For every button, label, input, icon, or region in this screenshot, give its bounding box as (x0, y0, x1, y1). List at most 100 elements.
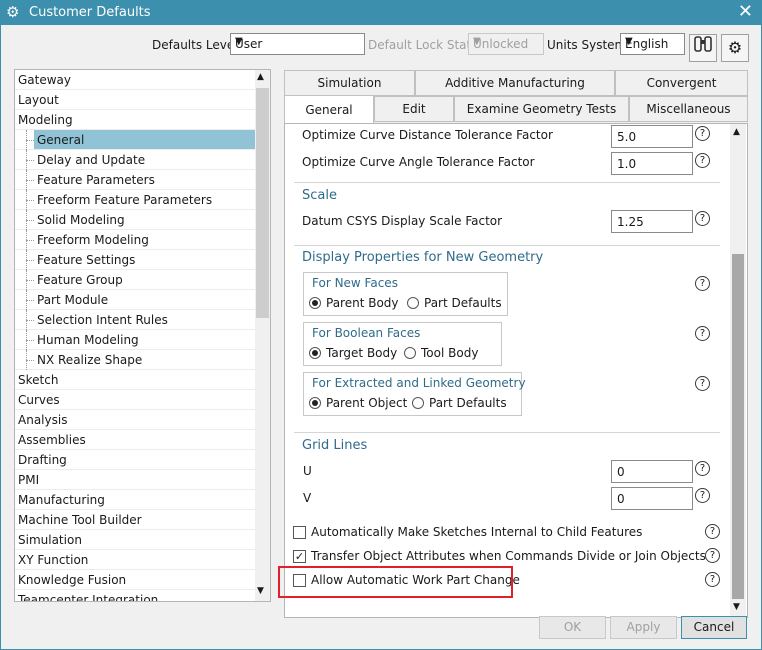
title-bar: ⚙ Customer Defaults ✕ (0, 0, 762, 25)
tree-connector (26, 200, 34, 201)
tree-item-label: Solid Modeling (37, 213, 125, 227)
cancel-button[interactable]: Cancel (681, 616, 747, 639)
radio-parent-body[interactable] (309, 297, 321, 309)
radio-parent-object-label: Parent Object (326, 396, 408, 410)
radio-parent-object[interactable] (309, 397, 321, 409)
new-faces-box: For New Faces Parent Body Part Defaults (303, 272, 508, 316)
help-icon[interactable]: ? (705, 548, 720, 563)
tree-item[interactable]: Knowledge Fusion (15, 570, 255, 590)
tree-item-label: Feature Parameters (37, 173, 155, 187)
help-icon[interactable]: ? (705, 572, 720, 587)
radio-part-defaults[interactable] (407, 297, 419, 309)
radio-tool-body[interactable] (404, 347, 416, 359)
panel-scrollbar[interactable]: ▲ ▼ (730, 124, 746, 617)
help-icon[interactable]: ? (705, 524, 720, 539)
checkbox-transfer-attributes-label: Transfer Object Attributes when Commands… (311, 549, 706, 563)
tab-general[interactable]: General (284, 95, 374, 124)
tree-item[interactable]: Teamcenter Integration (15, 590, 255, 601)
new-faces-heading: For New Faces (312, 276, 398, 290)
tab-examine-geometry-tests[interactable]: Examine Geometry Tests (454, 96, 629, 122)
radio-part-defaults-label: Part Defaults (424, 296, 502, 310)
lock-state-select: Unlocked ▼ (468, 33, 544, 55)
defaults-level-label: Defaults Level (152, 38, 238, 52)
tree-item[interactable]: Curves (15, 390, 255, 410)
checkbox-sketches-internal-label: Automatically Make Sketches Internal to … (311, 525, 643, 539)
tab-simulation[interactable]: Simulation (284, 70, 415, 96)
tree-item[interactable]: Solid Modeling (15, 210, 255, 230)
help-icon[interactable]: ? (695, 326, 710, 341)
help-icon[interactable]: ? (695, 211, 710, 226)
tree-item[interactable]: Sketch (15, 370, 255, 390)
tree-item-label: Freeform Feature Parameters (37, 193, 213, 207)
help-icon[interactable]: ? (695, 376, 710, 391)
help-icon[interactable]: ? (695, 126, 710, 141)
tree-connector (26, 320, 34, 321)
grid-u-field[interactable]: 0 (611, 460, 693, 483)
tree-connector (26, 280, 34, 281)
radio-target-body[interactable] (309, 347, 321, 359)
panel-scroll-thumb[interactable] (732, 254, 744, 599)
radio-extracted-part-defaults[interactable] (412, 397, 424, 409)
tree-item[interactable]: Simulation (15, 530, 255, 550)
tab-convergent[interactable]: Convergent (615, 70, 748, 96)
tree-item-label: Feature Group (37, 273, 123, 287)
help-icon[interactable]: ? (695, 461, 710, 476)
tab-additive-manufacturing[interactable]: Additive Manufacturing (415, 70, 615, 96)
defaults-level-select[interactable]: User ▼ (230, 33, 365, 55)
checkbox-transfer-attributes[interactable]: ✓ (293, 550, 306, 563)
tree-item[interactable]: Gateway (15, 70, 255, 90)
tree-item[interactable]: Drafting (15, 450, 255, 470)
tree-item[interactable]: Selection Intent Rules (15, 310, 255, 330)
ok-button[interactable]: OK (539, 616, 606, 639)
tree-connector (26, 260, 34, 261)
tree-item[interactable]: XY Function (15, 550, 255, 570)
scroll-down-icon: ▼ (733, 602, 740, 612)
tab-edit[interactable]: Edit (374, 96, 454, 122)
tree-item[interactable]: Modeling (15, 110, 255, 130)
units-system-select[interactable]: English ▼ (620, 33, 685, 55)
checkbox-sketches-internal[interactable] (293, 526, 306, 539)
apply-button[interactable]: Apply (610, 616, 677, 639)
tree-item[interactable]: Machine Tool Builder (15, 510, 255, 530)
tree-item[interactable]: Layout (15, 90, 255, 110)
radio-target-body-label: Target Body (326, 346, 398, 360)
scroll-up-icon: ▲ (257, 72, 264, 82)
radio-parent-body-label: Parent Body (326, 296, 399, 310)
tree-item-label: Analysis (18, 413, 68, 427)
grid-v-field[interactable]: 0 (611, 487, 693, 510)
boolean-faces-heading: For Boolean Faces (312, 326, 421, 340)
help-icon[interactable]: ? (695, 276, 710, 291)
settings-gear-icon[interactable]: ⚙ (721, 34, 749, 62)
tree-item[interactable]: Human Modeling (15, 330, 255, 350)
general-settings-panel: Optimize Curve Distance Tolerance Factor… (284, 123, 748, 618)
tree-item[interactable]: Delay and Update (15, 150, 255, 170)
tree-item-label: Gateway (18, 73, 72, 87)
tree-item-label: Layout (18, 93, 59, 107)
tree-item[interactable]: Part Module (15, 290, 255, 310)
tree-item[interactable]: Freeform Feature Parameters (15, 190, 255, 210)
tab-miscellaneous[interactable]: Miscellaneous (629, 96, 748, 122)
help-icon[interactable]: ? (695, 153, 710, 168)
category-tree[interactable]: Gateway Layout Modeling General Delay and Up… (14, 69, 271, 602)
tree-item[interactable]: Feature Settings (15, 250, 255, 270)
tree-item[interactable]: NX Realize Shape (15, 350, 255, 370)
tree-item[interactable]: Feature Parameters (15, 170, 255, 190)
tree-item[interactable]: Assemblies (15, 430, 255, 450)
datum-scale-field[interactable]: 1.25 (611, 210, 693, 233)
tree-item[interactable]: Manufacturing (15, 490, 255, 510)
curve-distance-field[interactable]: 5.0 (611, 125, 693, 148)
tree-item[interactable]: Freeform Modeling (15, 230, 255, 250)
tree-scroll-thumb[interactable] (256, 88, 269, 318)
tree-item[interactable]: Feature Group (15, 270, 255, 290)
curve-angle-field[interactable]: 1.0 (611, 152, 693, 175)
close-icon[interactable]: ✕ (738, 1, 753, 22)
extracted-geometry-heading: For Extracted and Linked Geometry (312, 376, 526, 390)
tree-item[interactable]: Analysis (15, 410, 255, 430)
tree-item[interactable]: PMI (15, 470, 255, 490)
help-icon[interactable]: ? (695, 488, 710, 503)
datum-scale-label: Datum CSYS Display Scale Factor (302, 214, 503, 228)
tree-connector (26, 300, 34, 301)
binoculars-icon[interactable] (689, 34, 717, 62)
tree-item[interactable]: General (15, 130, 255, 150)
tree-scrollbar[interactable]: ▲ ▼ (255, 70, 270, 601)
